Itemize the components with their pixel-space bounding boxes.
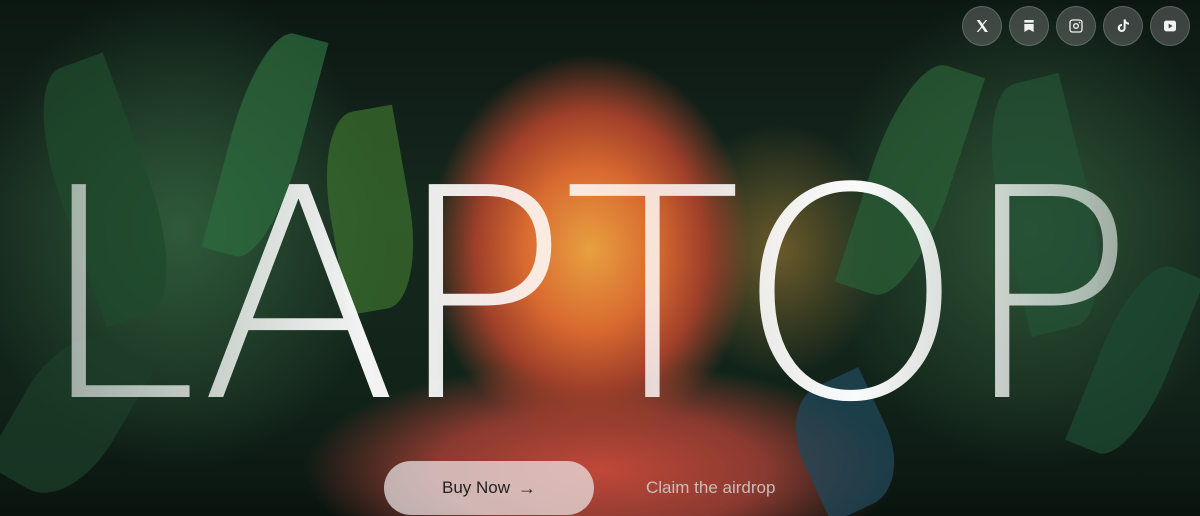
big-title: LAPTOP xyxy=(36,126,1136,466)
hero-artwork: LAPTOP Buy Now → Claim the airdrop xyxy=(0,0,1200,516)
buy-now-button[interactable]: Buy Now → xyxy=(384,461,594,515)
cta-row: Buy Now → Claim the airdrop xyxy=(384,461,775,515)
youtube-icon[interactable] xyxy=(1150,6,1190,46)
instagram-icon[interactable] xyxy=(1056,6,1096,46)
social-links xyxy=(962,6,1190,46)
x-icon[interactable] xyxy=(962,6,1002,46)
arrow-right-icon: → xyxy=(518,477,537,498)
tiktok-icon[interactable] xyxy=(1103,6,1143,46)
bookmark-icon[interactable] xyxy=(1009,6,1049,46)
claim-airdrop-link[interactable]: Claim the airdrop xyxy=(646,478,775,498)
buy-now-label: Buy Now xyxy=(441,478,511,497)
